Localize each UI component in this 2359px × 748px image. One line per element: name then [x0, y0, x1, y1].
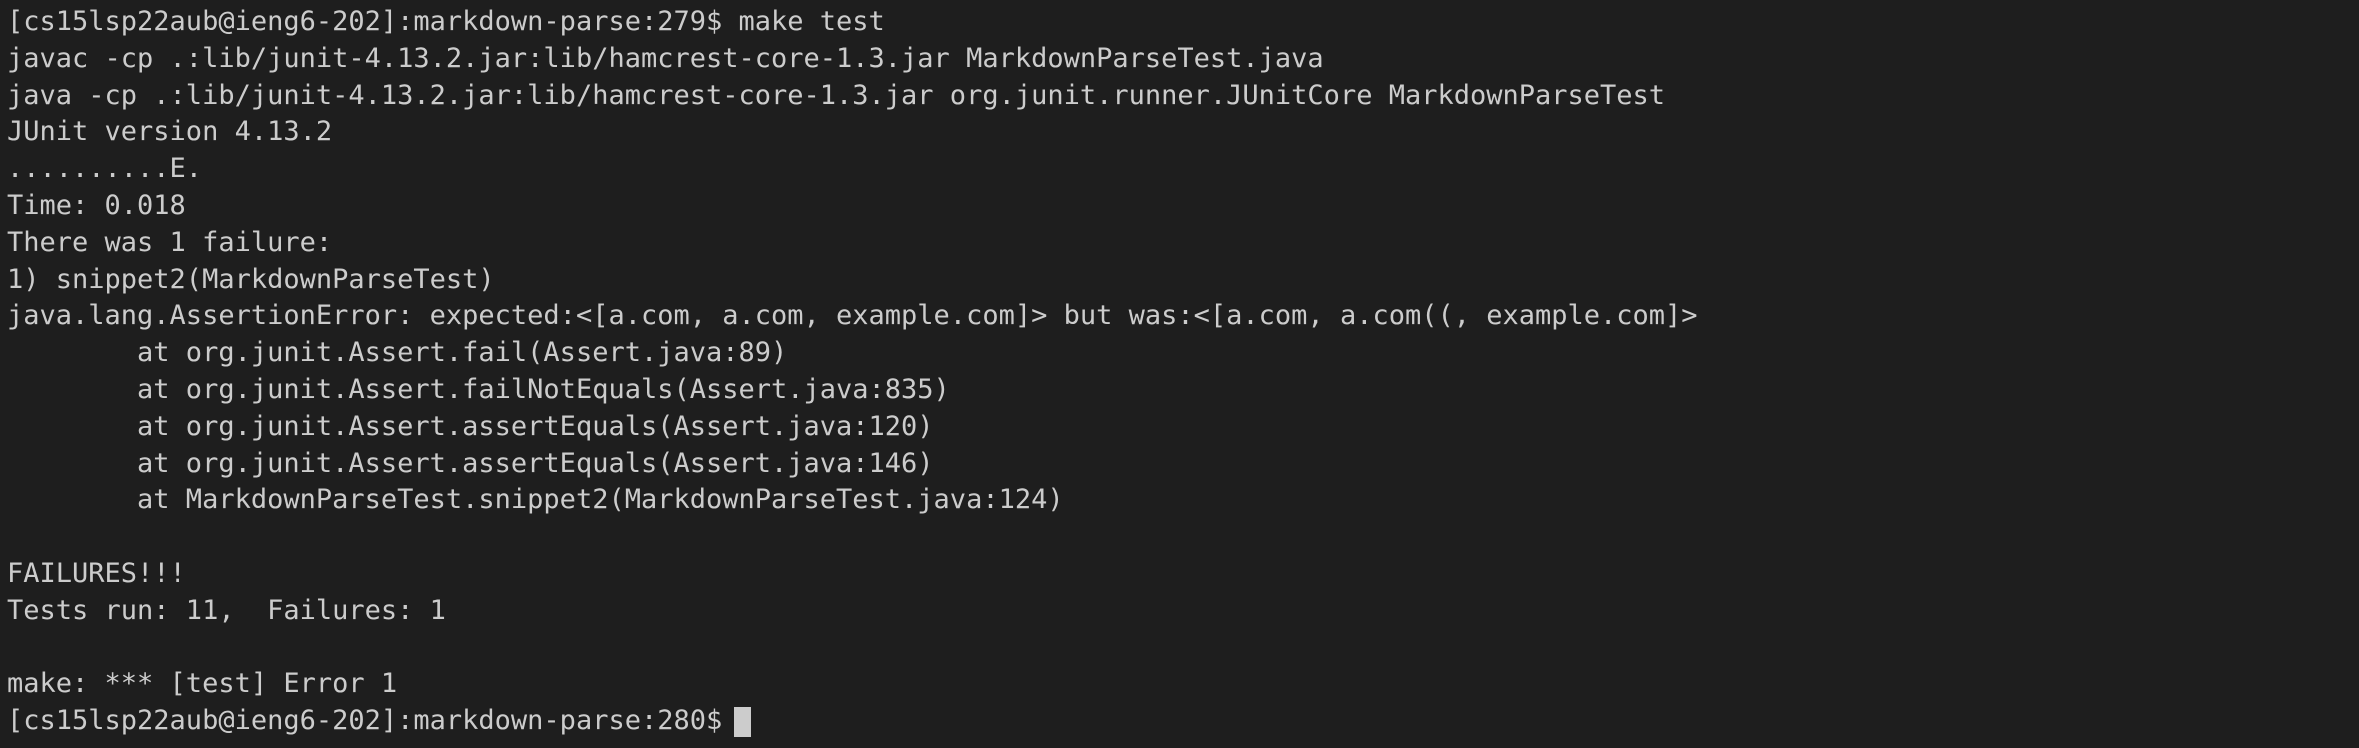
terminal-line-java: java -cp .:lib/junit-4.13.2.jar:lib/hamc… — [7, 79, 1666, 111]
terminal-line-junit-version: JUnit version 4.13.2 — [7, 116, 333, 148]
terminal-prompt: [cs15lsp22aub@ieng6-202]:markdown-parse:… — [7, 705, 723, 737]
terminal-line-make-error: make: *** [test] Error 1 — [7, 668, 398, 700]
terminal-line-failures: FAILURES!!! — [7, 557, 186, 589]
terminal-line-command: [cs15lsp22aub@ieng6-202]:markdown-parse:… — [7, 6, 885, 37]
terminal-line-assertion-error: java.lang.AssertionError: expected:<[a.c… — [7, 300, 1698, 332]
terminal-line-stack-frame: at org.junit.Assert.failNotEquals(Assert… — [7, 373, 950, 405]
terminal-line-tests-run: Tests run: 11, Failures: 1 — [7, 594, 446, 626]
terminal-line-failure-count: There was 1 failure: — [7, 226, 333, 258]
terminal-line-stack-frame: at MarkdownParseTest.snippet2(MarkdownPa… — [7, 484, 1064, 516]
terminal-line-failure-name: 1) snippet2(MarkdownParseTest) — [7, 263, 495, 295]
terminal-line-stack-frame: at org.junit.Assert.fail(Assert.java:89) — [7, 337, 788, 369]
terminal-line-stack-frame: at org.junit.Assert.assertEquals(Assert.… — [7, 447, 934, 479]
terminal-prompt-line[interactable]: [cs15lsp22aub@ieng6-202]:markdown-parse:… — [7, 703, 2359, 740]
terminal-line-stack-frame: at org.junit.Assert.assertEquals(Assert.… — [7, 410, 934, 442]
terminal-cursor[interactable] — [734, 706, 752, 737]
terminal-window[interactable]: [cs15lsp22aub@ieng6-202]:markdown-parse:… — [0, 0, 2359, 748]
terminal-line-javac: javac -cp .:lib/junit-4.13.2.jar:lib/ham… — [7, 42, 1324, 74]
terminal-line-time: Time: 0.018 — [7, 189, 186, 221]
terminal-line-progress: ..........E. — [7, 153, 203, 185]
